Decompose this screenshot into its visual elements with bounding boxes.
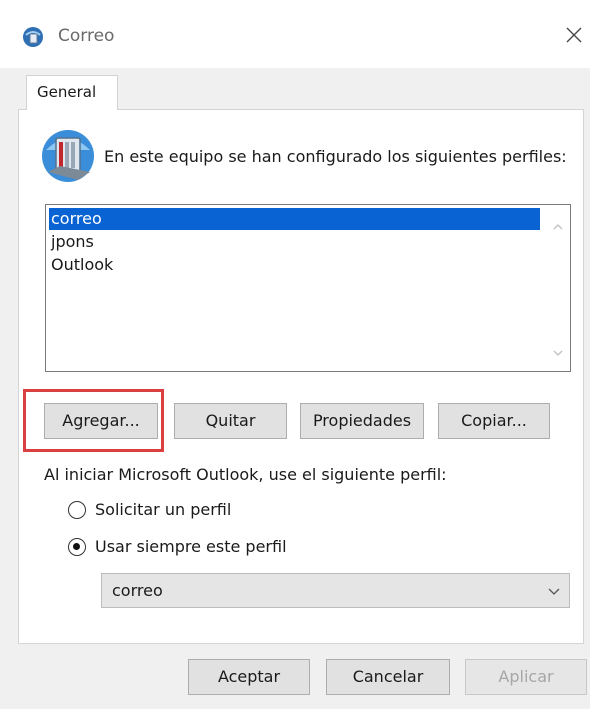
remove-profile-button[interactable]: Quitar bbox=[174, 403, 287, 439]
profiles-icon bbox=[42, 130, 94, 182]
radio-button[interactable] bbox=[68, 501, 86, 519]
profile-select-value: correo bbox=[112, 581, 163, 600]
list-item[interactable]: jpons bbox=[49, 231, 540, 253]
window-title: Correo bbox=[58, 26, 115, 46]
profile-select[interactable]: correo bbox=[101, 573, 570, 608]
apply-button[interactable]: Aplicar bbox=[465, 659, 587, 695]
startup-label: Al iniciar Microsoft Outlook, use el sig… bbox=[44, 465, 447, 484]
copy-profile-button[interactable]: Copiar... bbox=[438, 403, 550, 439]
tab-general-label: General bbox=[37, 83, 97, 101]
listbox-scrollbar[interactable] bbox=[547, 206, 569, 370]
chevron-up-icon[interactable] bbox=[551, 220, 565, 234]
list-item[interactable]: correo bbox=[49, 208, 540, 230]
chevron-down-icon[interactable] bbox=[547, 584, 561, 598]
radio-selected-dot bbox=[73, 543, 80, 550]
mail-profile-icon bbox=[23, 27, 43, 47]
chevron-down-icon[interactable] bbox=[551, 346, 565, 360]
title-bar: Correo bbox=[0, 0, 590, 68]
radio-ask-profile-label: Solicitar un perfil bbox=[95, 500, 232, 519]
add-profile-button[interactable]: Agregar... bbox=[44, 403, 158, 439]
cancel-button[interactable]: Cancelar bbox=[326, 659, 450, 695]
close-icon[interactable] bbox=[562, 23, 586, 47]
ok-button[interactable]: Aceptar bbox=[188, 659, 310, 695]
general-panel bbox=[18, 109, 584, 644]
properties-button[interactable]: Propiedades bbox=[300, 403, 424, 439]
tab-general[interactable]: General bbox=[26, 75, 118, 110]
profiles-listbox[interactable]: correo jpons Outlook bbox=[45, 204, 571, 372]
mail-dialog: Correo General En este equipo se han con… bbox=[0, 0, 590, 709]
radio-button[interactable] bbox=[68, 538, 86, 556]
list-item[interactable]: Outlook bbox=[49, 254, 540, 276]
profiles-description: En este equipo se han configurado los si… bbox=[104, 147, 567, 166]
radio-always-use-profile-label: Usar siempre este perfil bbox=[95, 537, 287, 556]
